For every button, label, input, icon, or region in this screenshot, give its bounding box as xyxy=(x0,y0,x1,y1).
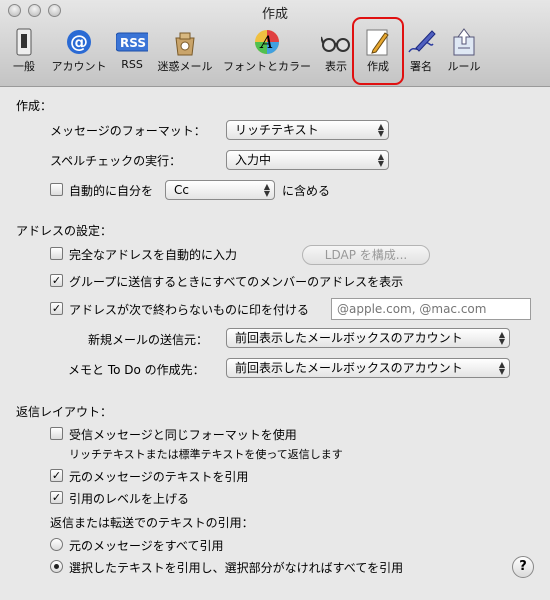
new-mail-from-value: 前回表示したメールボックスのアカウント xyxy=(235,331,463,345)
group-addresses-checkbox[interactable]: ✓ xyxy=(50,274,63,287)
auto-self-label: 自動的に自分を xyxy=(69,184,154,198)
new-mail-from-popup[interactable]: 前回表示したメールボックスのアカウント ▲ ▼ xyxy=(226,328,510,348)
help-button[interactable]: ? xyxy=(512,556,534,578)
format-popup[interactable]: リッチテキスト ▲ ▼ xyxy=(226,120,389,140)
increase-level-label: 引用のレベルを上げる xyxy=(69,492,190,506)
compose-pencil-icon xyxy=(362,28,394,56)
popup-arrows-icon: ▲ ▼ xyxy=(377,122,384,138)
toolbar-rss[interactable]: RSS RSS xyxy=(114,28,150,71)
quote-all-radio[interactable] xyxy=(50,538,63,551)
same-format-note: リッチテキストまたは標準テキストを使って返信します xyxy=(69,448,343,461)
switch-icon xyxy=(8,28,40,56)
quote-selected-radio[interactable] xyxy=(50,560,63,573)
toolbar-rules[interactable]: ルール xyxy=(442,28,486,74)
auto-self-value: Cc xyxy=(174,183,189,197)
title-toolbar: 作成 一般 @ アカウント RSS RSS 迷惑メール A フォントとカラー 表… xyxy=(0,0,550,87)
preferences-window: 作成 一般 @ アカウント RSS RSS 迷惑メール A フォントとカラー 表… xyxy=(0,0,550,600)
junk-bag-icon xyxy=(169,28,201,56)
domains-input[interactable] xyxy=(331,298,531,320)
glasses-icon xyxy=(320,28,352,56)
popup-arrows-icon: ▲ ▼ xyxy=(498,330,505,346)
ldap-configure-button[interactable]: LDAP を構成... xyxy=(302,245,430,265)
reply-heading: 返信レイアウト： xyxy=(16,405,113,419)
mark-addresses-label: アドレスが次で終わらないものに印を付ける xyxy=(69,303,310,317)
toolbar-accounts[interactable]: @ アカウント xyxy=(48,28,110,74)
quote-text-label: 元のメッセージのテキストを引用 xyxy=(69,470,249,484)
auto-self-checkbox[interactable] xyxy=(50,183,63,196)
rules-icon xyxy=(448,28,480,56)
new-mail-from-label: 新規メールの送信元： xyxy=(88,333,209,347)
window-title: 作成 xyxy=(261,7,288,22)
rss-icon: RSS xyxy=(116,28,148,56)
auto-self-suffix: に含める xyxy=(282,184,331,198)
popup-arrows-icon: ▲ ▼ xyxy=(377,152,384,168)
same-format-label: 受信メッセージと同じフォーマットを使用 xyxy=(69,428,297,442)
font-color-icon: A xyxy=(251,28,283,56)
notes-todo-value: 前回表示したメールボックスのアカウント xyxy=(235,361,463,375)
svg-text:RSS: RSS xyxy=(120,36,146,50)
notes-todo-popup[interactable]: 前回表示したメールボックスのアカウント ▲ ▼ xyxy=(226,358,510,378)
quote-selected-label: 選択したテキストを引用し、選択部分がなければすべてを引用 xyxy=(69,561,404,575)
increase-level-checkbox[interactable]: ✓ xyxy=(50,491,63,504)
same-format-checkbox[interactable] xyxy=(50,427,63,440)
notes-todo-label: メモと To Do の作成先： xyxy=(68,363,205,377)
mark-addresses-checkbox[interactable]: ✓ xyxy=(50,302,63,315)
addressing-heading: アドレスの設定： xyxy=(16,224,113,238)
spellcheck-popup[interactable]: 入力中 ▲ ▼ xyxy=(226,150,389,170)
toolbar-junk[interactable]: 迷惑メール xyxy=(154,28,216,74)
toolbar-general[interactable]: 一般 xyxy=(6,28,42,74)
spellcheck-label: スペルチェックの実行： xyxy=(50,154,182,168)
quoting-heading: 返信または転送でのテキストの引用： xyxy=(50,516,254,530)
compose-heading: 作成： xyxy=(16,99,53,113)
popup-arrows-icon: ▲ ▼ xyxy=(263,182,270,198)
toolbar-signatures[interactable]: 署名 xyxy=(404,28,438,74)
svg-text:A: A xyxy=(259,33,273,53)
group-addresses-label: グループに送信するときにすべてのメンバーのアドレスを表示 xyxy=(69,275,404,289)
complete-address-label: 完全なアドレスを自動的に入力 xyxy=(69,248,238,262)
signature-pen-icon xyxy=(405,28,437,56)
auto-self-popup[interactable]: Cc ▲ ▼ xyxy=(165,180,275,200)
quote-all-label: 元のメッセージをすべて引用 xyxy=(69,539,224,553)
format-value: リッチテキスト xyxy=(235,123,319,137)
spellcheck-value: 入力中 xyxy=(235,153,272,167)
popup-arrows-icon: ▲ ▼ xyxy=(498,360,505,376)
svg-text:@: @ xyxy=(70,32,88,53)
toolbar-fonts-colors[interactable]: A フォントとカラー xyxy=(222,28,312,74)
toolbar-viewing[interactable]: 表示 xyxy=(318,28,354,74)
format-label: メッセージのフォーマット： xyxy=(50,124,206,138)
toolbar-composing[interactable]: 作成 xyxy=(359,28,397,74)
at-icon: @ xyxy=(63,28,95,56)
complete-address-checkbox[interactable] xyxy=(50,247,63,260)
quote-text-checkbox[interactable]: ✓ xyxy=(50,469,63,482)
